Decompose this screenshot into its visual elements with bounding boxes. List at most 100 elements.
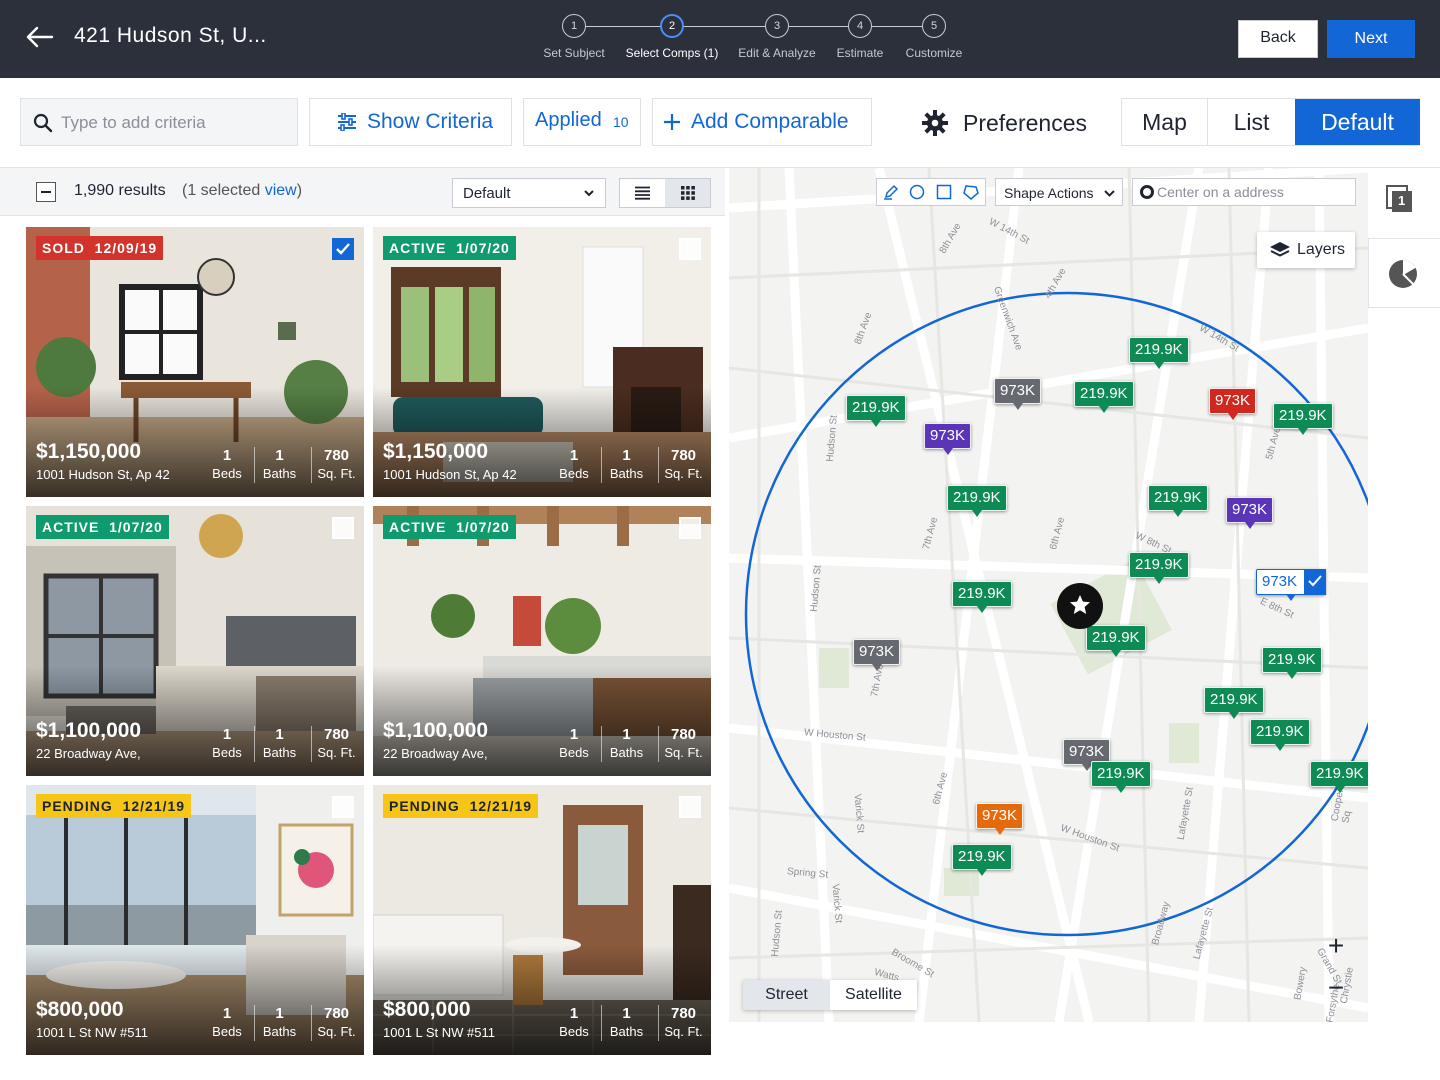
rail-compare-tab[interactable]: 1 (1368, 168, 1440, 238)
sqft-label: Sq. Ft. (664, 1024, 703, 1039)
listing-card[interactable]: PENDING 12/21/19 $800,000 1001 L St NW #… (26, 785, 364, 1055)
step-1[interactable]: 1 Set Subject (519, 14, 629, 60)
price-marker[interactable]: 219.9K (1310, 761, 1370, 793)
selected-price-marker[interactable]: 973K (1256, 569, 1327, 601)
shape-actions-dropdown[interactable]: Shape Actions (995, 178, 1123, 206)
sqft-label: Sq. Ft. (664, 745, 703, 760)
price-marker[interactable]: 219.9K (1204, 687, 1264, 719)
price-marker[interactable]: 219.9K (1262, 647, 1322, 679)
layers-button[interactable]: Layers (1257, 232, 1355, 268)
price-marker[interactable]: 219.9K (1129, 337, 1189, 369)
rail-analytics-tab[interactable] (1368, 238, 1440, 308)
center-address-input[interactable] (1157, 182, 1347, 202)
listing-card[interactable]: ACTIVE 1/07/20 $1,150,000 1001 Hudson St… (373, 227, 711, 497)
rectangle-tool-icon[interactable] (936, 184, 952, 200)
back-arrow-icon[interactable] (26, 22, 54, 52)
status-text: ACTIVE (389, 240, 447, 256)
show-criteria-label: Show Criteria (367, 110, 494, 133)
listing-card[interactable]: PENDING 12/21/19 $800,000 1001 L St NW #… (373, 785, 711, 1055)
add-comparable-button[interactable]: Add Comparable (652, 98, 872, 146)
sqft-stat: 780 Sq. Ft. (311, 447, 361, 483)
select-checkbox[interactable] (332, 238, 354, 260)
back-button[interactable]: Back (1238, 20, 1318, 58)
beds-value: 1 (569, 447, 579, 464)
select-checkbox[interactable] (332, 796, 354, 818)
center-address-field[interactable] (1132, 178, 1356, 206)
top-bar: 421 Hudson St, U... 1 Set Subject 2 Sele… (0, 0, 1440, 78)
select-checkbox[interactable] (332, 517, 354, 539)
price-marker[interactable]: 219.9K (1074, 381, 1134, 413)
zoom-in-button[interactable]: + (1316, 926, 1356, 966)
grid-layout-button[interactable] (665, 179, 710, 207)
grid-icon (681, 186, 695, 200)
street-label: Bowery (1292, 966, 1309, 1001)
street-view-button[interactable]: Street (743, 980, 830, 1010)
status-date: 12/09/19 (94, 240, 158, 256)
add-comparable-label: Add Comparable (691, 110, 849, 133)
list-icon (635, 186, 650, 200)
search-icon (33, 113, 53, 133)
price-marker[interactable]: 219.9K (1148, 485, 1208, 517)
next-button[interactable]: Next (1327, 20, 1415, 58)
satellite-view-button[interactable]: Satellite (830, 980, 917, 1010)
price-marker[interactable]: 973K (976, 803, 1024, 835)
polygon-tool-icon[interactable] (963, 184, 979, 200)
sqft-label: Sq. Ft. (317, 1024, 356, 1039)
circle-tool-icon[interactable] (909, 184, 925, 200)
pencil-icon[interactable] (883, 184, 899, 200)
status-badge: PENDING 12/21/19 (36, 794, 192, 818)
view-list-button[interactable]: List (1208, 99, 1295, 145)
price-marker[interactable]: 973K (853, 639, 901, 671)
marker-label: 973K (1215, 392, 1251, 409)
show-criteria-button[interactable]: Show Criteria (309, 98, 512, 146)
marker-label: 219.9K (1279, 407, 1327, 424)
criteria-search[interactable] (20, 98, 298, 146)
deselect-all-checkbox[interactable] (36, 182, 56, 202)
price-marker[interactable]: 973K (994, 378, 1042, 410)
price-marker[interactable]: 973K (1226, 497, 1274, 529)
comps-map[interactable]: W 14th St 8th Ave Greenwich Ave 4th Ave … (729, 168, 1368, 1022)
price-marker[interactable]: 219.9K (1129, 552, 1189, 584)
marker-label: 973K (1232, 501, 1268, 518)
star-icon (1070, 595, 1090, 614)
step-2[interactable]: 2 Select Comps (1) (617, 14, 727, 60)
marker-label: 219.9K (953, 489, 1001, 506)
listing-address: 1001 L St NW #511 (383, 1025, 496, 1040)
subject-property-pin[interactable] (1057, 583, 1103, 629)
listing-card[interactable]: ACTIVE 1/07/20 $1,100,000 22 Broadway Av… (373, 506, 711, 776)
view-default-button[interactable]: Default (1295, 99, 1420, 145)
step-label: Customize (905, 46, 963, 60)
beds-label: Beds (559, 745, 589, 760)
sort-select[interactable]: Default (452, 178, 606, 208)
price-marker[interactable]: 219.9K (1250, 719, 1310, 751)
zoom-out-button[interactable]: − (1316, 968, 1356, 1008)
price-marker[interactable]: 219.9K (947, 485, 1007, 517)
step-5[interactable]: 5 Customize (879, 14, 989, 60)
price-marker[interactable]: 219.9K (952, 581, 1012, 613)
street-label: Hudson St (769, 909, 785, 958)
beds-stat: 1 Beds (549, 447, 599, 483)
price-marker[interactable]: 219.9K (1091, 761, 1151, 793)
view-map-button[interactable]: Map (1122, 99, 1208, 145)
view-selected-link[interactable]: view (265, 182, 297, 199)
select-checkbox[interactable] (679, 796, 701, 818)
list-layout-button[interactable] (620, 179, 665, 207)
price-marker[interactable]: 973K (1209, 388, 1257, 420)
criteria-search-input[interactable] (61, 109, 291, 137)
applied-criteria-button[interactable]: Applied 10 (523, 98, 641, 146)
select-checkbox[interactable] (679, 238, 701, 260)
price-marker[interactable]: 973K (924, 423, 972, 455)
select-checkbox[interactable] (679, 517, 701, 539)
layers-label: Layers (1297, 241, 1346, 258)
price-marker[interactable]: 219.9K (1086, 625, 1146, 657)
listing-card[interactable]: ACTIVE 1/07/20 $1,100,000 22 Broadway Av… (26, 506, 364, 776)
price-marker[interactable]: 219.9K (846, 395, 906, 427)
listing-card[interactable]: SOLD 12/09/19 $1,150,000 1001 Hudson St,… (26, 227, 364, 497)
beds-label: Beds (212, 466, 242, 481)
price-marker[interactable]: 219.9K (1273, 403, 1333, 435)
street-label: 5th Ave (1263, 426, 1284, 461)
price-marker[interactable]: 219.9K (952, 844, 1012, 876)
draw-tools (876, 178, 986, 206)
beds-stat: 1 Beds (549, 1005, 599, 1041)
beds-value: 1 (569, 1005, 579, 1022)
